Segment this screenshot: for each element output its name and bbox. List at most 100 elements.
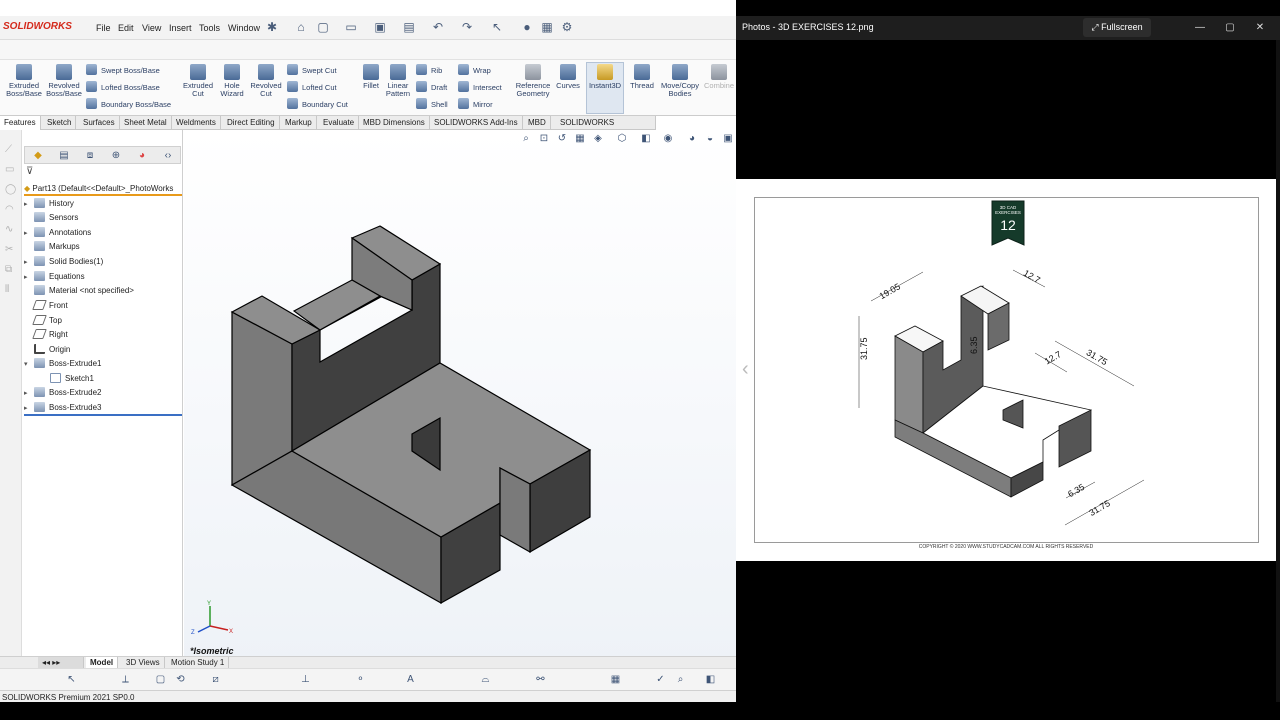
- tab-surfaces[interactable]: Surfaces: [79, 116, 120, 130]
- display-manager-tab-icon[interactable]: ◕: [133, 149, 151, 162]
- trim-tool-icon[interactable]: ✂: [5, 244, 16, 255]
- feature-tree-tab-icon[interactable]: ◆: [29, 149, 47, 162]
- dimxpert-tab-icon[interactable]: ⊕: [107, 149, 125, 162]
- tree-item-front-plane[interactable]: Front: [24, 299, 68, 313]
- home-icon[interactable]: ⌂: [294, 20, 308, 34]
- expand-icon[interactable]: ▸: [24, 256, 34, 270]
- expand-icon[interactable]: ▸: [24, 227, 34, 241]
- arc-tool-icon[interactable]: ◠: [5, 204, 16, 215]
- offset-tool-icon[interactable]: ⧉: [5, 264, 16, 275]
- boundary-cut-button[interactable]: Boundary Cut: [287, 98, 348, 112]
- extruded-boss-button[interactable]: Extruded Boss/Base: [6, 64, 42, 98]
- redo-icon[interactable]: ↷: [460, 20, 474, 34]
- box-select-icon[interactable]: ▢: [155, 674, 166, 685]
- lofted-cut-button[interactable]: Lofted Cut: [287, 81, 337, 95]
- tab-inspection[interactable]: SOLIDWORKS Inspection: [556, 116, 656, 141]
- draft-button[interactable]: Draft: [416, 81, 447, 95]
- wrap-button[interactable]: Wrap: [458, 64, 491, 78]
- relations-icon[interactable]: ⚬: [355, 674, 366, 685]
- hole-wizard-button[interactable]: Hole Wizard: [216, 64, 248, 98]
- rebuild-icon[interactable]: ●: [520, 20, 534, 34]
- rollback-bar[interactable]: [24, 414, 182, 416]
- grid-icon[interactable]: ▦: [610, 674, 621, 685]
- shell-button[interactable]: Shell: [416, 98, 448, 112]
- combine-button[interactable]: Combine: [702, 64, 736, 90]
- menu-edit[interactable]: Edit: [118, 23, 134, 33]
- normal-to-icon[interactable]: ⊥: [300, 674, 311, 685]
- tree-item-history[interactable]: ▸ History: [24, 197, 74, 211]
- tree-item-equations[interactable]: ▸ Equations: [24, 270, 85, 284]
- tab-evaluate[interactable]: Evaluate: [319, 116, 360, 130]
- save-icon[interactable]: ▣: [373, 20, 387, 34]
- measure-icon[interactable]: ⌓: [480, 674, 491, 685]
- menu-view[interactable]: View: [142, 23, 161, 33]
- fullscreen-button[interactable]: ⤢ Fullscreen: [1083, 18, 1151, 37]
- tab-direct-editing[interactable]: Direct Editing: [223, 116, 280, 130]
- sketch-relations-icon[interactable]: ⚯: [535, 674, 546, 685]
- tab-mbd-dimensions[interactable]: MBD Dimensions: [359, 116, 430, 130]
- tab-sheet-metal[interactable]: Sheet Metal: [120, 116, 172, 130]
- menu-tools[interactable]: Tools: [199, 23, 220, 33]
- maximize-icon[interactable]: ▢: [1222, 20, 1238, 36]
- thread-button[interactable]: Thread: [627, 64, 657, 90]
- spline-tool-icon[interactable]: ∿: [5, 224, 16, 235]
- pin-icon[interactable]: ✱: [265, 20, 279, 34]
- tree-item-origin[interactable]: Origin: [24, 343, 70, 357]
- sketch-plane-icon[interactable]: ⧄: [210, 674, 221, 685]
- tab-sketch[interactable]: Sketch: [43, 116, 77, 130]
- part-model[interactable]: [184, 130, 736, 670]
- move-copy-button[interactable]: Move/Copy Bodies: [659, 64, 701, 98]
- graphics-area[interactable]: ⌕ ⊡ ↺ ▦ ◈ ⬡ ◧ ◉ ◕ ◒ ▣ Y X Z *Isometric: [184, 130, 736, 670]
- extruded-cut-button[interactable]: Extruded Cut: [180, 64, 216, 98]
- tree-item-markups[interactable]: Markups: [24, 240, 80, 254]
- boundary-boss-button[interactable]: Boundary Boss/Base: [86, 98, 171, 112]
- tree-item-right-plane[interactable]: Right: [24, 328, 68, 342]
- minimize-icon[interactable]: —: [1192, 20, 1208, 36]
- close-icon[interactable]: ✕: [1252, 20, 1268, 36]
- rib-button[interactable]: Rib: [416, 64, 442, 78]
- undo-icon[interactable]: ↶: [431, 20, 445, 34]
- tree-item-boss-extrude2[interactable]: ▸ Boss-Extrude2: [24, 386, 101, 400]
- tab-mbd[interactable]: MBD: [524, 116, 551, 130]
- line-tool-icon[interactable]: ⟋: [5, 144, 16, 155]
- configuration-manager-tab-icon[interactable]: ⧈: [81, 149, 99, 162]
- expand-icon[interactable]: ▸: [24, 387, 34, 401]
- file-properties-icon[interactable]: ▦: [540, 20, 554, 34]
- options-gear-icon[interactable]: ⚙: [560, 20, 574, 34]
- tab-markup[interactable]: Markup: [281, 116, 317, 130]
- tree-item-solid-bodies[interactable]: ▸ Solid Bodies(1): [24, 255, 103, 269]
- text-tool-icon[interactable]: A: [405, 674, 416, 685]
- photo-image[interactable]: 3D CAD EXERCISES 12 19.05 12.7 31.75 6.3…: [736, 179, 1276, 561]
- tree-item-top-plane[interactable]: Top: [24, 314, 62, 328]
- spell-check-icon[interactable]: ✓: [655, 674, 666, 685]
- previous-photo-icon[interactable]: ‹: [742, 359, 749, 379]
- tab-features[interactable]: Features: [0, 116, 41, 130]
- tree-item-annotations[interactable]: ▸ Annotations: [24, 226, 91, 240]
- linear-pattern-button[interactable]: Linear Pattern: [384, 64, 412, 98]
- magnify-icon[interactable]: ⌕: [675, 674, 686, 685]
- swept-cut-button[interactable]: Swept Cut: [287, 64, 337, 78]
- property-manager-tab-icon[interactable]: ▤: [55, 149, 73, 162]
- lofted-boss-button[interactable]: Lofted Boss/Base: [86, 81, 160, 95]
- tree-item-boss-extrude3[interactable]: ▸ Boss-Extrude3: [24, 401, 101, 415]
- reference-geometry-button[interactable]: Reference Geometry: [514, 64, 552, 98]
- rotate-view-icon[interactable]: ⟲: [175, 674, 186, 685]
- new-document-icon[interactable]: ▢: [316, 20, 330, 34]
- menu-insert[interactable]: Insert: [169, 23, 192, 33]
- tree-item-sketch1[interactable]: Sketch1: [40, 372, 94, 386]
- select-icon[interactable]: ↖: [490, 20, 504, 34]
- revolved-boss-button[interactable]: Revolved Boss/Base: [45, 64, 83, 98]
- tab-addins[interactable]: SOLIDWORKS Add-Ins: [430, 116, 523, 130]
- collapse-icon[interactable]: ▾: [24, 358, 34, 372]
- mirror-button[interactable]: Mirror: [458, 98, 493, 112]
- menu-file[interactable]: File: [96, 23, 111, 33]
- expand-icon[interactable]: ▸: [24, 271, 34, 285]
- instant3d-button[interactable]: Instant3D: [586, 64, 624, 90]
- view-toggle-icon[interactable]: ◧: [705, 674, 716, 685]
- circle-tool-icon[interactable]: ◯: [5, 184, 16, 195]
- tree-item-sensors[interactable]: Sensors: [24, 211, 78, 225]
- expand-icon[interactable]: ▸: [24, 198, 34, 212]
- rectangle-tool-icon[interactable]: ▭: [5, 164, 16, 175]
- tab-weldments[interactable]: Weldments: [172, 116, 221, 130]
- filter-icon[interactable]: ⊽: [26, 166, 33, 177]
